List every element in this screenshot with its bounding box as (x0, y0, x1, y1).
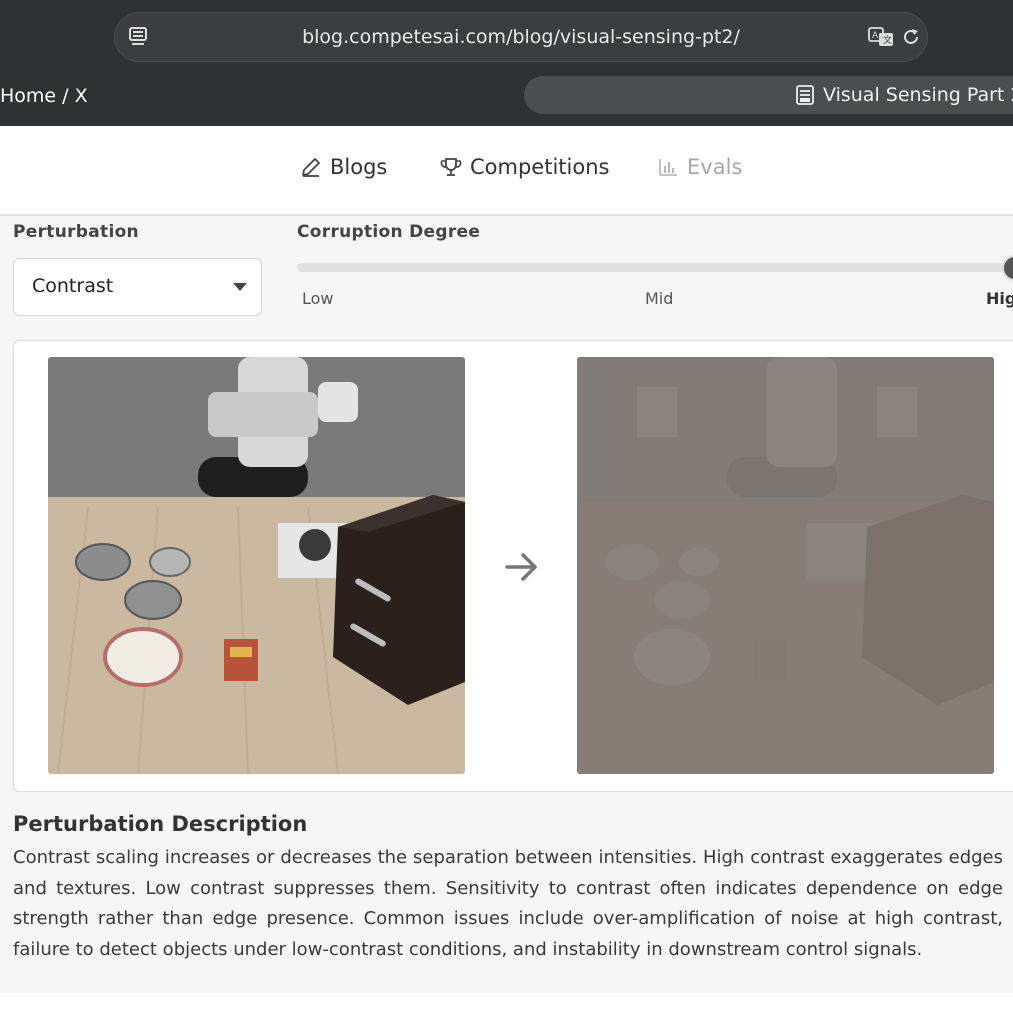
site-nav: Blogs Competitions Evals (0, 126, 1013, 216)
reload-icon[interactable] (901, 26, 921, 48)
pencil-icon (302, 158, 320, 177)
description-title: Perturbation Description (13, 812, 308, 836)
svg-text:文: 文 (883, 34, 892, 46)
page-footer (0, 993, 1013, 1013)
arrow-right-icon (505, 553, 537, 581)
original-image (48, 357, 465, 774)
nav-evals-label: Evals (687, 155, 743, 179)
tick-mid: Mid (645, 289, 674, 308)
nav-competitions-label: Competitions (470, 155, 610, 179)
page-favicon-icon (796, 85, 814, 105)
corruption-degree-label: Corruption Degree (297, 222, 481, 242)
tab-row: Home / X Visual Sensing Part 2 : (0, 72, 1013, 126)
translate-icon[interactable]: A 文 (867, 25, 895, 49)
description-text: Contrast scaling increases or decreases … (13, 847, 1003, 960)
perturbation-select-value: Contrast (32, 275, 114, 297)
svg-text:A: A (872, 31, 879, 41)
perturbation-select[interactable]: Contrast (13, 258, 262, 316)
address-bar[interactable]: blog.competesai.com/blog/visual-sensing-… (114, 12, 928, 62)
tick-high: High (986, 289, 1013, 308)
browser-chrome: blog.competesai.com/blog/visual-sensing-… (0, 0, 1013, 126)
nav-competitions[interactable]: Competitions (440, 155, 609, 179)
trophy-icon (440, 158, 462, 176)
nav-blogs-label: Blogs (330, 155, 388, 179)
tab-title: Visual Sensing Part 2 : (823, 84, 1013, 106)
perturbation-label: Perturbation (13, 222, 139, 242)
url-text[interactable]: blog.competesai.com/blog/visual-sensing-… (115, 26, 927, 48)
chevron-down-icon (233, 283, 247, 291)
perturbed-image (577, 357, 994, 774)
nav-blogs[interactable]: Blogs (300, 155, 387, 179)
active-tab[interactable]: Visual Sensing Part 2 : (524, 76, 1013, 114)
tick-low: Low (302, 289, 334, 308)
slider-thumb[interactable] (1002, 255, 1013, 281)
breadcrumb[interactable]: Home / X (0, 85, 88, 107)
corruption-degree-slider[interactable] (297, 263, 1013, 272)
nav-evals[interactable]: Evals (657, 155, 742, 179)
bar-chart-icon (659, 159, 677, 176)
